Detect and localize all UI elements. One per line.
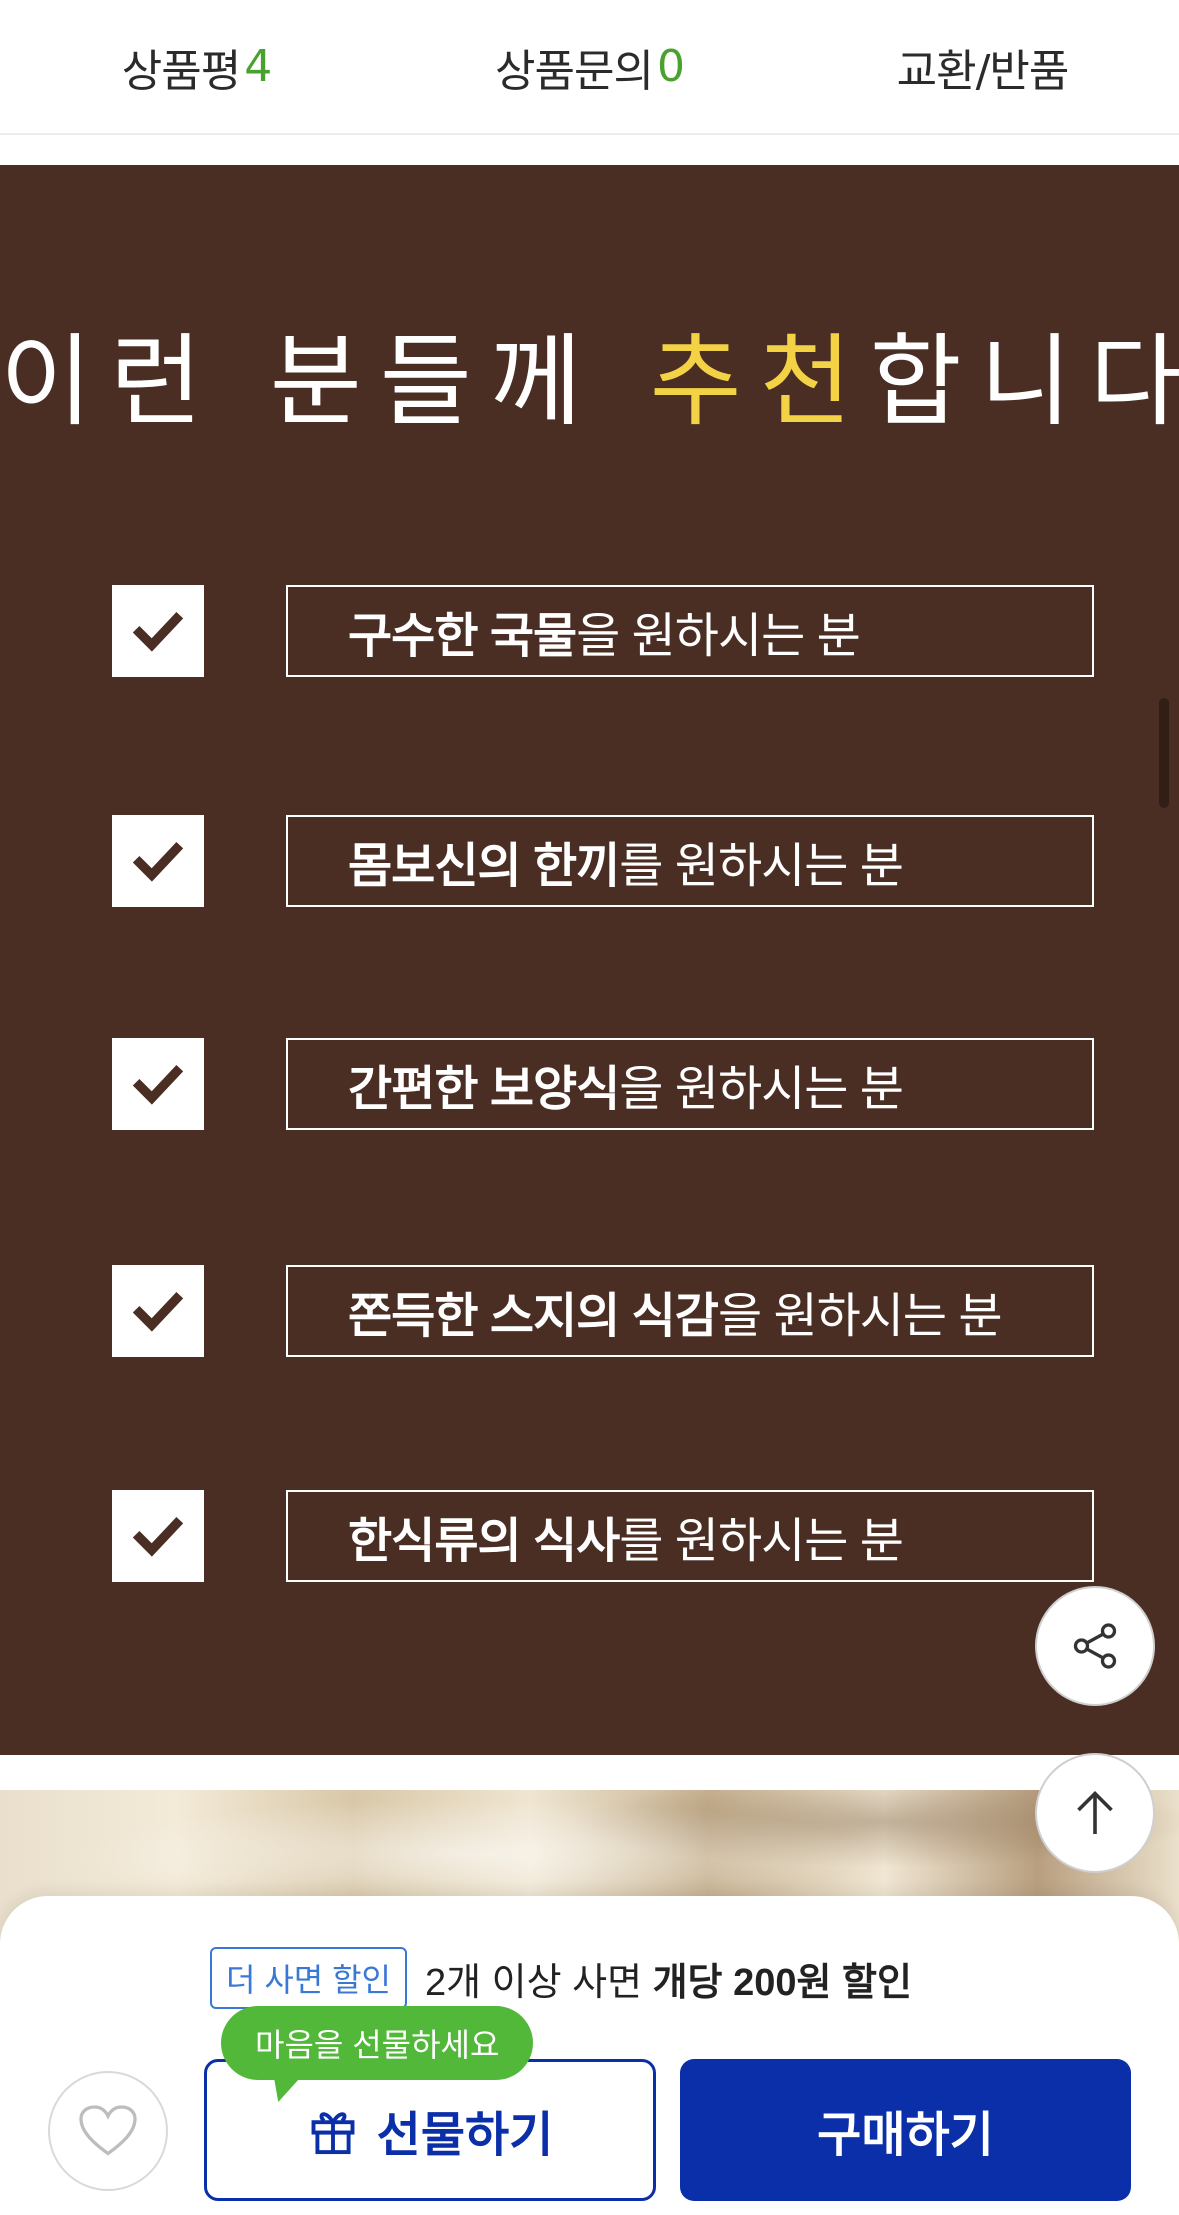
- headline-accent: 추천: [649, 323, 870, 440]
- arrow-up-icon: [1077, 1790, 1113, 1834]
- tab-inquiries-label: 상품문의: [495, 45, 654, 97]
- recommendation-item: 한식류의 식사 를 원하시는 분: [112, 1490, 1094, 1582]
- recommendation-bold: 구수한 국물: [348, 610, 577, 663]
- recommendation-label: 간편한 보양식 을 원하시는 분: [286, 1038, 1094, 1130]
- bulk-discount: 더 사면 할인 2개 이상 사면 개당 200원 할인: [210, 1947, 912, 2009]
- checkmark-icon: [112, 1038, 204, 1130]
- tab-inquiries-count: 0: [656, 41, 685, 92]
- recommendation-rest: 을 원하시는 분: [717, 1290, 1003, 1343]
- recommendation-rest: 을 원하시는 분: [576, 610, 861, 663]
- product-tabs: 상품평 4 상품문의 0 교환/반품: [0, 0, 1179, 135]
- scroll-top-button[interactable]: [1035, 1753, 1155, 1873]
- share-icon: [1073, 1623, 1117, 1669]
- recommendation-headline: 이런 분들께 추천합니다.: [0, 300, 1179, 445]
- purchase-bar: 더 사면 할인 2개 이상 사면 개당 200원 할인 선물하기 구매하기 마음…: [0, 1896, 1179, 2215]
- recommendation-label: 쫀득한 스지의 식감 을 원하시는 분: [286, 1265, 1094, 1357]
- buy-button[interactable]: 구매하기: [680, 2059, 1131, 2201]
- recommendation-rest: 를 원하시는 분: [619, 1515, 904, 1568]
- tab-reviews[interactable]: 상품평 4: [0, 35, 393, 99]
- checkmark-icon: [112, 1490, 204, 1582]
- recommendation-label: 몸보신의 한끼 를 원하시는 분: [286, 815, 1094, 907]
- tab-inquiries[interactable]: 상품문의 0: [393, 35, 786, 99]
- product-detail-page: 상품평 4 상품문의 0 교환/반품 이런 분들께 추천합니다. 구수한 국물을…: [0, 0, 1179, 2215]
- tab-reviews-count: 4: [244, 41, 272, 92]
- discount-text-normal: 2개 이상 사면: [424, 1961, 653, 2004]
- discount-text: 2개 이상 사면 개당 200원 할인: [425, 1951, 912, 2006]
- checkmark-icon: [112, 585, 204, 677]
- recommendation-rest: 을 원하시는 분: [619, 1063, 904, 1116]
- recommendation-label: 구수한 국물 을 원하시는 분: [286, 585, 1094, 677]
- recommendation-label: 한식류의 식사 를 원하시는 분: [286, 1490, 1094, 1582]
- recommendation-bold: 쫀득한 스지의 식감: [348, 1290, 719, 1343]
- buy-button-label: 구매하기: [817, 2109, 994, 2162]
- recommendation-item: 구수한 국물 을 원하시는 분: [112, 585, 1094, 677]
- gift-icon: [311, 2112, 355, 2155]
- checkmark-icon: [112, 815, 204, 907]
- heart-icon: [79, 2105, 137, 2156]
- share-button[interactable]: [1035, 1586, 1155, 1706]
- recommendation-bold: 몸보신의 한끼: [348, 840, 620, 893]
- discount-tag: 더 사면 할인: [210, 1947, 407, 2009]
- tab-reviews-label: 상품평: [121, 45, 241, 97]
- recommendation-item: 간편한 보양식 을 원하시는 분: [112, 1038, 1094, 1130]
- checkmark-icon: [112, 1265, 204, 1357]
- gift-button-label: 선물하기: [376, 2109, 554, 2162]
- recommendation-bold: 한식류의 식사: [348, 1515, 620, 1568]
- recommendation-rest: 를 원하시는 분: [619, 840, 904, 893]
- headline-post: 합니다.: [869, 323, 1179, 440]
- discount-text-bold: 개당 200원 할인: [652, 1961, 912, 2004]
- tab-exchange-return-label: 교환/반품: [896, 45, 1070, 97]
- gift-tooltip: 마음을 선물하세요: [221, 2006, 534, 2080]
- wishlist-button[interactable]: [48, 2071, 168, 2191]
- tab-exchange-return[interactable]: 교환/반품: [786, 35, 1179, 99]
- recommendation-item: 몸보신의 한끼 를 원하시는 분: [112, 815, 1094, 907]
- recommendation-bold: 간편한 보양식: [348, 1063, 620, 1116]
- recommendation-banner: 이런 분들께 추천합니다. 구수한 국물을 원하시는 분 몸보신의 한끼를 원하…: [0, 165, 1179, 1755]
- scroll-indicator[interactable]: [1159, 698, 1169, 808]
- recommendation-item: 쫀득한 스지의 식감 을 원하시는 분: [112, 1265, 1094, 1357]
- headline-pre: 이런 분들께: [0, 323, 650, 440]
